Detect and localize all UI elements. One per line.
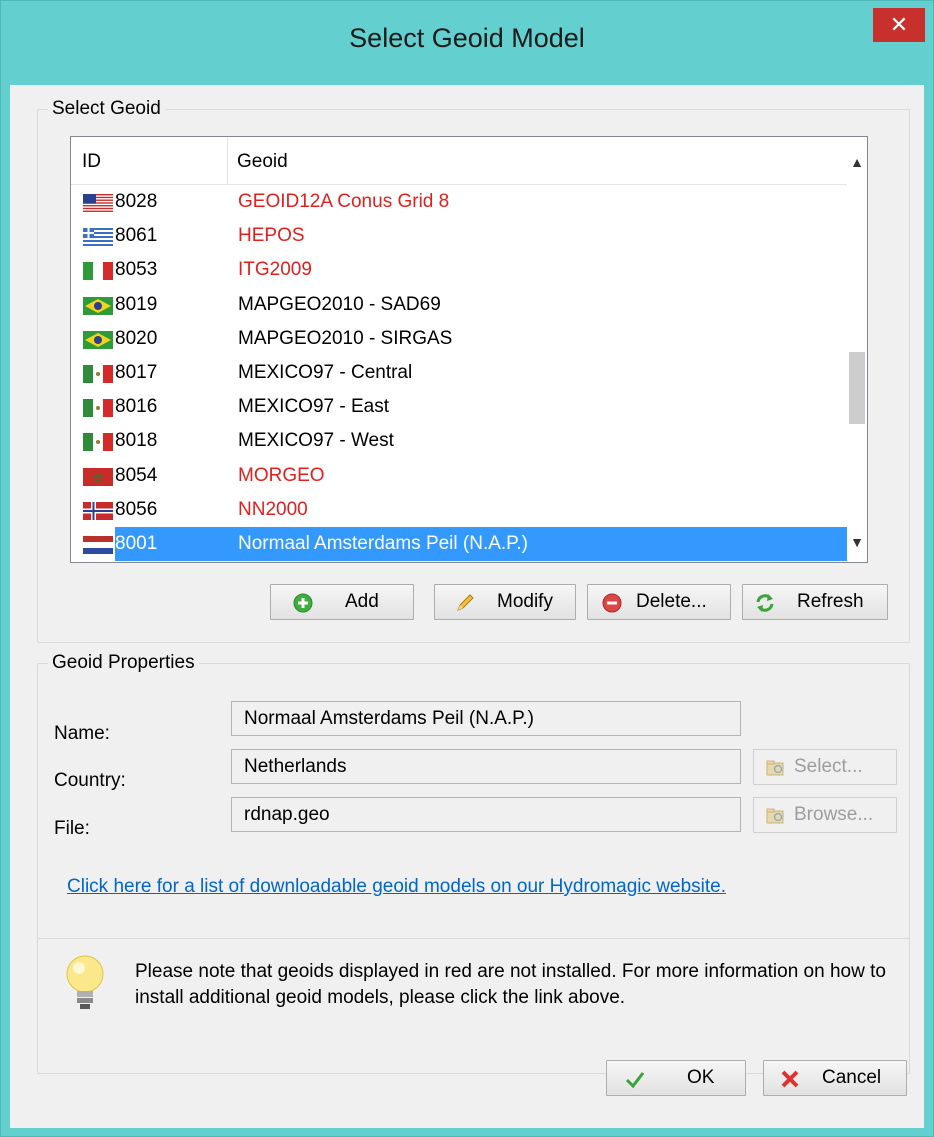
ok-button[interactable]: OK [606, 1060, 746, 1096]
folder-search-icon [766, 808, 784, 824]
dialog-client-area: Select Geoid ID Geoid 8028 GEOID12A Conus… [10, 85, 924, 1128]
select-label: Select... [794, 756, 863, 777]
add-icon [293, 593, 313, 613]
row-id: 8061 [115, 225, 158, 247]
row-id: 8053 [115, 259, 158, 281]
geoid-list[interactable]: ID Geoid 8028 GEOID12A Conus Grid 8 8061 HE… [70, 136, 868, 563]
cancel-button[interactable]: Cancel [763, 1060, 907, 1096]
column-separator[interactable] [227, 137, 228, 184]
mexico-flag-icon [83, 399, 113, 418]
list-row-8017[interactable]: 8017 MEXICO97 - Central [71, 356, 847, 390]
scroll-up-icon[interactable]: ▲ [847, 145, 867, 179]
row-geoid-name: MEXICO97 - East [238, 396, 389, 418]
row-geoid-name: GEOID12A Conus Grid 8 [238, 191, 450, 212]
morocco-flag-icon [83, 467, 113, 486]
list-row-8056[interactable]: 8056 NN2000 [71, 493, 847, 527]
row-id: 8019 [115, 293, 158, 315]
row-id: 8028 [115, 191, 158, 212]
list-row-8020[interactable]: 8020 MAPGEO2010 - SIRGAS [71, 322, 847, 356]
list-row-8019[interactable]: 8019 MAPGEO2010 - SAD69 [71, 288, 847, 322]
select-geoid-legend: Select Geoid [48, 98, 165, 120]
row-id: 8056 [115, 498, 158, 520]
select-geoid-group: Select Geoid ID Geoid 8028 GEOID12A Conus… [37, 98, 910, 643]
delete-button[interactable]: Delete... [587, 584, 731, 620]
delete-icon [602, 593, 622, 613]
pencil-icon [457, 594, 474, 611]
cancel-label: Cancel [822, 1067, 882, 1088]
brazil-flag-icon [83, 296, 113, 315]
row-geoid-name: Normaal Amsterdams Peil (N.A.P.) [238, 532, 529, 554]
lightbulb-icon [66, 955, 104, 1009]
title-bar[interactable]: Select Geoid Model ✕ [1, 1, 933, 85]
refresh-icon [756, 594, 774, 612]
modify-label: Modify [497, 591, 553, 612]
cross-icon [781, 1070, 799, 1088]
delete-label: Delete... [636, 591, 707, 612]
refresh-label: Refresh [797, 591, 864, 612]
add-label: Add [345, 591, 379, 612]
country-label: Country: [54, 770, 126, 791]
mexico-flag-icon [83, 433, 113, 452]
add-button[interactable]: Add [270, 584, 414, 620]
note-text: Please note that geoids displayed in red… [135, 961, 886, 1008]
column-header-id[interactable]: ID [82, 151, 101, 173]
window-title: Select Geoid Model [349, 23, 585, 53]
mexico-flag-icon [83, 364, 113, 383]
row-geoid-name: MEXICO97 - West [238, 430, 394, 452]
browse-button[interactable]: Browse... [753, 797, 897, 833]
modify-button[interactable]: Modify [434, 584, 576, 620]
list-row-8018[interactable]: 8018 MEXICO97 - West [71, 424, 847, 458]
list-row-8053[interactable]: 8053 ITG2009 [71, 253, 847, 287]
row-geoid-name: MAPGEO2010 - SAD69 [238, 293, 441, 315]
scroll-thumb[interactable] [849, 352, 865, 424]
row-geoid-name: HEPOS [238, 225, 305, 247]
row-geoid-name: NN2000 [238, 498, 308, 520]
list-row-8028[interactable]: 8028 GEOID12A Conus Grid 8 [71, 185, 847, 219]
checkmark-icon [625, 1072, 645, 1089]
file-field[interactable]: rdnap.geo [231, 797, 741, 832]
folder-search-icon [766, 760, 784, 776]
ok-label: OK [687, 1067, 715, 1088]
browse-label: Browse... [794, 804, 874, 825]
refresh-button[interactable]: Refresh [742, 584, 888, 620]
download-geoids-link[interactable]: Click here for a list of downloadable ge… [67, 876, 726, 898]
greece-flag-icon [83, 228, 113, 247]
close-button[interactable]: ✕ [873, 8, 925, 42]
country-field[interactable]: Netherlands [231, 749, 741, 784]
netherlands-flag-icon [82, 534, 114, 555]
row-id: 8018 [115, 430, 158, 452]
name-label: Name: [54, 723, 110, 744]
dialog-window: Select Geoid Model ✕ Select Geoid ID Geo… [0, 0, 934, 1137]
row-geoid-name: ITG2009 [238, 259, 312, 281]
row-geoid-name: MORGEO [238, 464, 325, 486]
row-geoid-name: MAPGEO2010 - SIRGAS [238, 327, 453, 349]
list-scrollbar[interactable]: ▲ ▼ [847, 137, 867, 562]
select-country-button[interactable]: Select... [753, 749, 897, 785]
name-field[interactable]: Normaal Amsterdams Peil (N.A.P.) [231, 701, 741, 736]
row-id: 8001 [115, 526, 158, 561]
file-label: File: [54, 818, 90, 839]
brazil-flag-icon [83, 330, 113, 349]
list-rows: 8028 GEOID12A Conus Grid 8 8061 HEPOS 8053 IT… [71, 185, 847, 562]
row-id: 8017 [115, 361, 158, 383]
scroll-down-icon[interactable]: ▼ [847, 525, 867, 559]
list-header: ID Geoid [71, 137, 847, 185]
row-id: 8016 [115, 396, 158, 418]
list-row-8001[interactable]: 8001 Normaal Amsterdams Peil (N.A.P.) [71, 526, 847, 562]
row-geoid-name: MEXICO97 - Central [238, 361, 413, 383]
list-row-8061[interactable]: 8061 HEPOS [71, 219, 847, 253]
list-row-8054[interactable]: 8054 MORGEO [71, 459, 847, 493]
geoid-properties-legend: Geoid Properties [48, 652, 199, 674]
us-flag-icon [83, 194, 113, 212]
row-id: 8020 [115, 327, 158, 349]
row-id: 8054 [115, 464, 158, 486]
norway-flag-icon [83, 501, 113, 520]
italy-flag-icon [83, 262, 113, 281]
list-row-8016[interactable]: 8016 MEXICO97 - East [71, 390, 847, 424]
column-header-geoid[interactable]: Geoid [237, 151, 288, 173]
